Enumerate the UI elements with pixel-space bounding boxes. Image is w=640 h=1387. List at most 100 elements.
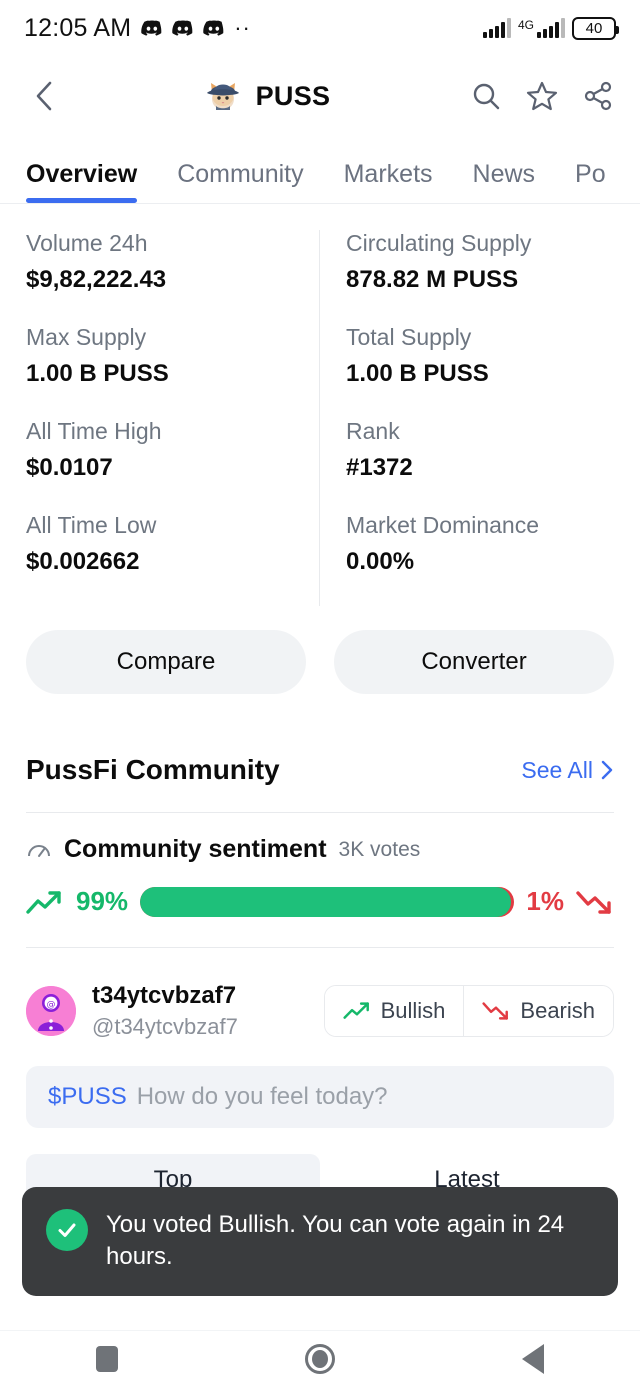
stat-label: Rank: [346, 418, 400, 444]
status-app-icons: ··: [141, 15, 251, 40]
tab-markets[interactable]: Markets: [344, 160, 433, 203]
signal-bars-icon: [537, 18, 565, 38]
stat-label: Market Dominance: [346, 512, 540, 538]
stat-label: All Time Low: [26, 512, 157, 538]
community-header: PussFi Community See All: [0, 694, 640, 786]
square-icon: [95, 1346, 118, 1372]
speedometer-icon: [28, 844, 50, 857]
stat-max-supply: Max Supply 1.00 B PUSS: [26, 324, 293, 388]
community-sentiment: Community sentiment 3K votes 99% 1%: [0, 813, 640, 917]
battery-level: 40: [585, 19, 603, 37]
stat-volume-24h: Volume 24h $9,82,222.43: [26, 230, 293, 294]
toast-message: You voted Bullish. You can vote again in…: [106, 1211, 565, 1271]
converter-button[interactable]: Converter: [334, 630, 614, 694]
current-user-row: @ t34ytcvbzaf7 @t34ytcvbzaf7 Bullish Bea…: [0, 948, 640, 1040]
home-button[interactable]: [285, 1339, 355, 1379]
discord-icon: [172, 19, 194, 37]
chevron-right-icon: [601, 760, 613, 780]
trend-up-icon: [26, 890, 61, 914]
header-title-group: PUSS: [62, 75, 470, 117]
stat-value: $0.0107: [26, 454, 113, 481]
stat-market-dominance: Market Dominance 0.00%: [346, 512, 614, 576]
status-bar: 12:05 AM ·· 4G 40: [0, 0, 640, 56]
search-icon[interactable]: [470, 80, 502, 112]
star-icon[interactable]: [526, 80, 558, 112]
stat-label: Circulating Supply: [346, 230, 532, 256]
user-name: t34ytcvbzaf7: [92, 982, 237, 1009]
overflow-dots-icon: ··: [234, 15, 251, 40]
vote-bearish-button[interactable]: Bearish: [463, 986, 613, 1036]
toast-notification: You voted Bullish. You can vote again in…: [22, 1187, 618, 1296]
community-title: PussFi Community: [26, 754, 280, 785]
sentiment-bar-bullish-fill: [140, 886, 511, 917]
sentiment-bar: [140, 886, 515, 917]
battery-icon: 40: [572, 16, 619, 40]
stat-value: $9,82,222.43: [26, 266, 167, 293]
section-tabs[interactable]: Overview Community Markets News Po: [0, 136, 640, 204]
tab-portfolio[interactable]: Po: [575, 160, 606, 203]
tab-overview[interactable]: Overview: [26, 160, 138, 203]
see-all-label: See All: [521, 756, 593, 783]
trend-down-icon: [482, 1002, 509, 1020]
tab-news[interactable]: News: [473, 160, 536, 203]
stats-column-left: Volume 24h $9,82,222.43 Max Supply 1.00 …: [0, 230, 320, 606]
compose-input[interactable]: $PUSS How do you feel today?: [26, 1066, 614, 1128]
triangle-icon: [522, 1344, 545, 1374]
stat-total-supply: Total Supply 1.00 B PUSS: [346, 324, 614, 388]
user-meta: t34ytcvbzaf7 @t34ytcvbzaf7: [92, 982, 308, 1040]
sentiment-title: Community sentiment: [64, 835, 327, 863]
tab-community[interactable]: Community: [177, 160, 303, 203]
user-avatar: @: [26, 986, 76, 1036]
signal-bars-icon: [482, 18, 511, 38]
see-all-link[interactable]: See All: [521, 757, 614, 784]
stat-value: #1372: [346, 454, 413, 481]
stat-label: Total Supply: [346, 324, 472, 350]
stat-all-time-high: All Time High $0.0107: [26, 418, 293, 482]
network-type-label: 4G: [517, 18, 534, 32]
stat-circulating-supply: Circulating Supply 878.82 M PUSS: [346, 230, 614, 294]
circle-icon: [304, 1344, 335, 1374]
user-handle: @t34ytcvbzaf7: [92, 1014, 238, 1039]
sentiment-votes: 3K votes: [338, 837, 421, 861]
back-button[interactable]: [26, 78, 62, 114]
discord-icon: [203, 19, 225, 37]
puss-cat-logo-icon: [206, 83, 239, 110]
vote-bullish-button[interactable]: Bullish: [324, 986, 464, 1036]
stat-all-time-low: All Time Low $0.002662: [26, 512, 293, 576]
stat-value: 1.00 B PUSS: [346, 360, 489, 387]
action-buttons: Compare Converter: [0, 612, 640, 694]
page-title: PUSS: [255, 80, 331, 111]
app-header: PUSS: [0, 56, 640, 136]
status-bar-right: 4G 40: [482, 16, 619, 40]
header-actions: [470, 80, 614, 112]
check-circle-icon: [46, 1209, 88, 1251]
vote-bearish-label: Bearish: [520, 998, 595, 1023]
sentiment-header: Community sentiment 3K votes: [26, 835, 614, 864]
svg-text:@: @: [47, 1000, 56, 1010]
compose-ticker: $PUSS: [48, 1083, 127, 1110]
stat-label: Max Supply: [26, 324, 147, 350]
compare-button[interactable]: Compare: [26, 630, 306, 694]
stats-column-right: Circulating Supply 878.82 M PUSS Total S…: [320, 230, 640, 606]
back-nav-button[interactable]: [498, 1339, 568, 1379]
stat-label: Volume 24h: [26, 230, 148, 256]
network-type-group: 4G: [518, 18, 565, 38]
status-time: 12:05 AM: [24, 13, 132, 42]
stat-value: $0.002662: [26, 548, 140, 575]
stat-value: 878.82 M PUSS: [346, 266, 519, 293]
stat-value: 1.00 B PUSS: [26, 360, 169, 387]
sentiment-bar-row: 99% 1%: [26, 886, 614, 917]
vote-bullish-label: Bullish: [380, 998, 446, 1023]
share-icon[interactable]: [582, 80, 614, 112]
android-nav-bar: [0, 1330, 640, 1387]
compose-placeholder: How do you feel today?: [136, 1083, 388, 1110]
discord-icon: [141, 19, 163, 37]
bullish-percent: 99%: [76, 886, 129, 916]
stats-grid: Volume 24h $9,82,222.43 Max Supply 1.00 …: [0, 204, 640, 612]
stat-label: All Time High: [26, 418, 162, 444]
stat-value: 0.00%: [346, 548, 415, 575]
vote-buttons: Bullish Bearish: [323, 985, 614, 1037]
bearish-percent: 1%: [526, 886, 564, 916]
status-bar-left: 12:05 AM ··: [24, 14, 251, 43]
recents-button[interactable]: [72, 1339, 142, 1379]
